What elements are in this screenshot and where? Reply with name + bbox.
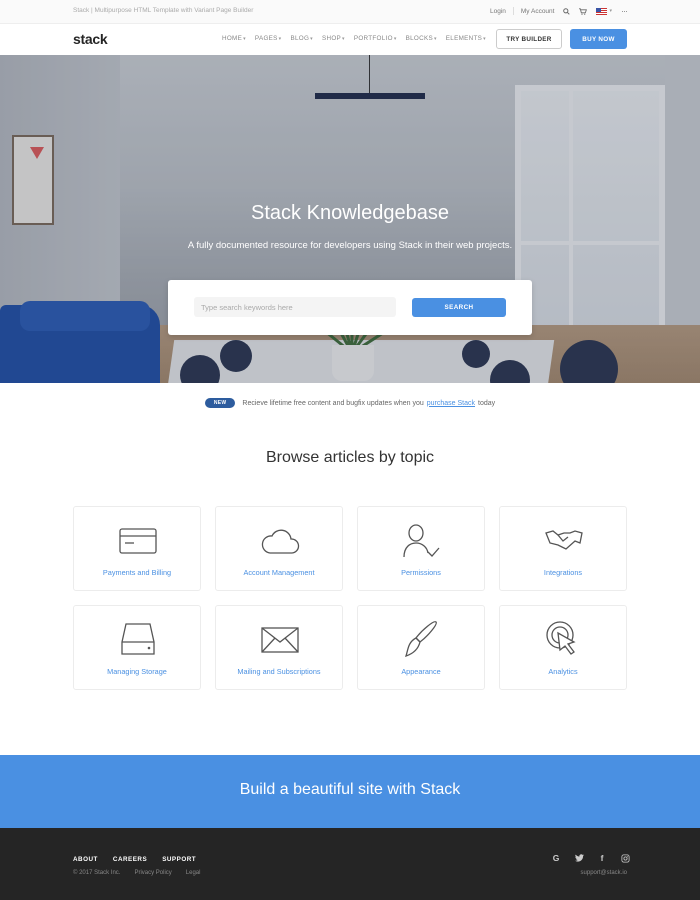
topic-label: Payments and Billing — [102, 568, 172, 577]
main-menu: HOME ▾ PAGES ▾ BLOG ▾ SHOP ▾ PORTFOLIO ▾ BLOC… — [222, 35, 495, 42]
topic-label: Integrations — [543, 568, 583, 577]
language-selector[interactable]: ▾ — [596, 7, 612, 15]
purchase-stack-link[interactable]: purchase Stack — [427, 400, 475, 407]
notice-text-end: today — [478, 399, 496, 407]
chevron-down-icon: ▾ — [243, 35, 246, 42]
cart-icon[interactable] — [579, 7, 588, 15]
chevron-down-icon: ▾ — [278, 35, 282, 42]
try-builder-button[interactable]: TRY BUILDER — [496, 29, 562, 49]
support-email-link[interactable]: support@stack.io — [581, 870, 627, 876]
hero-title: Stack Knowledgebase — [251, 202, 449, 224]
main-navbar: stack HOME ▾ PAGES ▾ BLOG ▾ SHOP ▾ PORTFOLIO… — [0, 24, 700, 55]
chevron-down-icon: ▾ — [433, 35, 437, 42]
menu-item-shop[interactable]: SHOP ▾ — [322, 35, 345, 42]
social-links: G f — [551, 853, 643, 863]
topic-card-account[interactable]: Account Management — [215, 506, 343, 591]
google-icon[interactable]: G — [551, 853, 561, 863]
more-icon[interactable]: ··· — [621, 6, 628, 16]
search-card: SEARCH — [168, 280, 532, 335]
footer-links: ABOUT CAREERS SUPPORT — [73, 856, 211, 863]
topic-card-integrations[interactable]: Integrations — [499, 506, 627, 591]
topic-card-permissions[interactable]: Permissions — [357, 506, 485, 591]
footer-link-careers[interactable]: CAREERS — [113, 856, 147, 863]
menu-label: PORTFOLIO — [353, 35, 393, 42]
handshake-icon — [544, 521, 584, 559]
topic-card-analytics[interactable]: Analytics — [499, 605, 627, 690]
menu-item-blog[interactable]: BLOG ▾ — [290, 35, 313, 42]
topic-label: Account Management — [243, 568, 315, 577]
my-account-link[interactable]: My Account — [521, 8, 555, 15]
twitter-icon[interactable] — [574, 853, 584, 863]
instagram-icon[interactable] — [620, 853, 630, 863]
logo[interactable]: stack — [73, 31, 108, 47]
topic-card-mailing[interactable]: Mailing and Subscriptions — [215, 605, 343, 690]
topic-label: Mailing and Subscriptions — [237, 667, 321, 676]
topic-card-storage[interactable]: Managing Storage — [73, 605, 201, 690]
new-badge: NEW — [204, 398, 236, 408]
search-icon[interactable] — [563, 7, 571, 15]
footer-link-about[interactable]: ABOUT — [73, 856, 98, 863]
notice-bar: NEW Recieve lifetime free content and bu… — [0, 396, 700, 410]
target-cursor-icon — [544, 620, 584, 658]
search-button[interactable]: SEARCH — [412, 298, 506, 317]
chevron-down-icon: ▾ — [393, 35, 397, 42]
chevron-down-icon: ▾ — [310, 35, 313, 42]
topic-card-appearance[interactable]: Appearance — [357, 605, 485, 690]
hero-subtitle: A fully documented resource for develope… — [187, 240, 513, 251]
footer: ABOUT CAREERS SUPPORT © 2017 Stack Inc. … — [0, 828, 700, 900]
notice-text: Recieve lifetime free content and bugfix… — [242, 399, 424, 407]
menu-label: BLOCKS — [405, 35, 433, 42]
cta-banner[interactable]: Build a beautiful site with Stack — [0, 755, 700, 828]
topic-label: Permissions — [401, 568, 441, 577]
topic-label: Appearance — [401, 667, 441, 676]
privacy-policy-link[interactable]: Privacy Policy — [134, 870, 171, 876]
menu-item-home[interactable]: HOME ▾ — [222, 35, 246, 42]
chevron-down-icon: ▾ — [342, 35, 345, 42]
topic-card-payments[interactable]: Payments and Billing — [73, 506, 201, 591]
chevron-down-icon: ▾ — [483, 35, 486, 42]
copyright: © 2017 Stack Inc. — [73, 870, 121, 876]
paintbrush-icon — [402, 620, 442, 658]
menu-label: PAGES — [254, 35, 278, 42]
footer-legal: © 2017 Stack Inc. Privacy Policy Legal — [73, 870, 214, 876]
menu-label: BLOG — [290, 35, 310, 42]
chevron-down-icon: ▾ — [609, 8, 612, 14]
envelope-icon — [260, 620, 300, 658]
search-input[interactable] — [194, 297, 396, 317]
utility-bar: Stack | Multipurpose HTML Template with … — [0, 0, 700, 24]
us-flag-icon — [596, 7, 608, 15]
topic-label: Managing Storage — [107, 667, 167, 676]
credit-card-icon — [118, 521, 158, 559]
user-check-icon — [402, 521, 442, 559]
browse-title: Browse articles by topic — [265, 449, 435, 466]
buy-now-button[interactable]: BUY NOW — [570, 29, 627, 49]
topic-label: Analytics — [548, 667, 578, 676]
footer-link-support[interactable]: SUPPORT — [162, 856, 196, 863]
cloud-icon — [260, 521, 300, 559]
hard-drive-icon — [118, 620, 158, 658]
facebook-icon[interactable]: f — [597, 853, 607, 863]
menu-label: ELEMENTS — [445, 35, 483, 42]
menu-label: SHOP — [321, 35, 342, 42]
cta-text: Build a beautiful site with Stack — [239, 781, 461, 798]
menu-item-elements[interactable]: ELEMENTS ▾ — [446, 35, 486, 42]
login-link[interactable]: Login — [490, 8, 506, 15]
site-tagline: Stack | Multipurpose HTML Template with … — [73, 7, 254, 14]
utility-links: Login My Account ▾ ··· — [490, 6, 628, 16]
menu-item-pages[interactable]: PAGES ▾ — [255, 35, 282, 42]
menu-label: HOME — [222, 35, 243, 42]
menu-item-blocks[interactable]: BLOCKS ▾ — [406, 35, 437, 42]
menu-item-portfolio[interactable]: PORTFOLIO ▾ — [354, 35, 397, 42]
hero-section: Stack Knowledgebase A fully documented r… — [0, 55, 700, 383]
divider — [512, 7, 514, 15]
legal-link[interactable]: Legal — [186, 870, 201, 876]
